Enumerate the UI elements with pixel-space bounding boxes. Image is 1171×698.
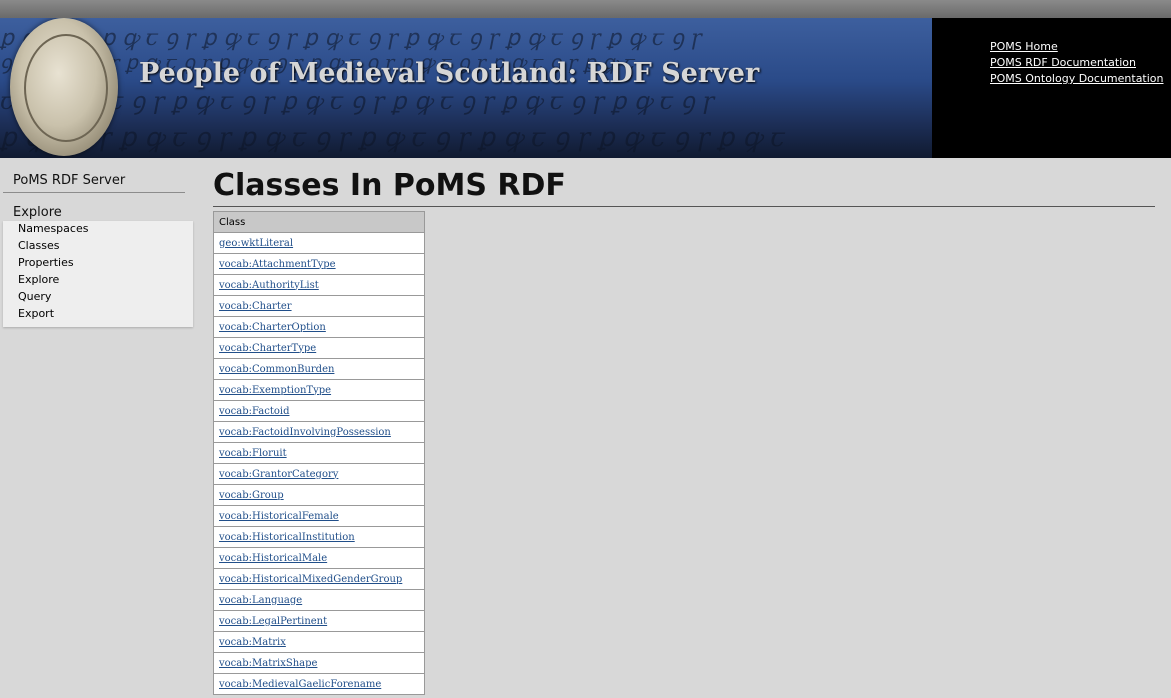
- main-content: Classes In PoMS RDF Class geo:wktLiteral…: [213, 166, 1155, 695]
- medieval-seal-image: [10, 18, 118, 156]
- class-cell: vocab:AttachmentType: [213, 253, 425, 275]
- table-row: vocab:GrantorCategory: [213, 463, 425, 485]
- sidebar-heading: PoMS RDF Server: [3, 170, 185, 193]
- table-row: vocab:HistoricalMale: [213, 547, 425, 569]
- table-row: vocab:ExemptionType: [213, 379, 425, 401]
- class-link[interactable]: vocab:Group: [219, 490, 284, 501]
- class-cell: vocab:HistoricalMale: [213, 547, 425, 569]
- site-title: People of Medieval Scotland: RDF Server: [139, 58, 760, 89]
- table-row: vocab:MatrixShape: [213, 652, 425, 674]
- class-cell: vocab:HistoricalMixedGenderGroup: [213, 568, 425, 590]
- top-links: POMS Home POMS RDF Documentation POMS On…: [990, 39, 1164, 87]
- class-link[interactable]: vocab:AuthorityList: [219, 280, 319, 291]
- class-link[interactable]: vocab:HistoricalFemale: [219, 511, 339, 522]
- column-header-class: Class: [213, 211, 425, 233]
- class-link[interactable]: vocab:HistoricalMixedGenderGroup: [219, 574, 402, 585]
- top-bar: [0, 0, 1171, 18]
- class-link[interactable]: vocab:ExemptionType: [219, 385, 331, 396]
- class-link[interactable]: vocab:Factoid: [219, 406, 289, 417]
- class-cell: vocab:CharterType: [213, 337, 425, 359]
- sidebar-item-explore[interactable]: Explore: [3, 272, 193, 289]
- sidebar-item-query[interactable]: Query: [3, 289, 193, 306]
- table-row: vocab:CharterType: [213, 337, 425, 359]
- class-cell: vocab:Charter: [213, 295, 425, 317]
- class-link[interactable]: geo:wktLiteral: [219, 238, 293, 249]
- table-row: vocab:FactoidInvolvingPossession: [213, 421, 425, 443]
- sidebar-section-title: Explore: [13, 205, 62, 220]
- class-cell: vocab:MedievalGaelicForename: [213, 673, 425, 695]
- class-cell: vocab:Factoid: [213, 400, 425, 422]
- class-cell: vocab:HistoricalFemale: [213, 505, 425, 527]
- class-link[interactable]: vocab:MatrixShape: [219, 658, 317, 669]
- class-link[interactable]: vocab:LegalPertinent: [219, 616, 327, 627]
- page-title: Classes In PoMS RDF: [213, 166, 1155, 207]
- table-row: vocab:AuthorityList: [213, 274, 425, 296]
- sidebar-item-properties[interactable]: Properties: [3, 255, 193, 272]
- sidebar-menu: Namespaces Classes Properties Explore Qu…: [3, 221, 193, 327]
- class-cell: vocab:Language: [213, 589, 425, 611]
- class-link[interactable]: vocab:FactoidInvolvingPossession: [219, 427, 391, 438]
- class-cell: vocab:LegalPertinent: [213, 610, 425, 632]
- table-row: vocab:Language: [213, 589, 425, 611]
- class-link[interactable]: vocab:GrantorCategory: [219, 469, 338, 480]
- table-row: vocab:Floruit: [213, 442, 425, 464]
- class-cell: vocab:MatrixShape: [213, 652, 425, 674]
- poms-rdf-documentation-link[interactable]: POMS RDF Documentation: [990, 55, 1164, 71]
- class-link[interactable]: vocab:AttachmentType: [219, 259, 336, 270]
- class-cell: vocab:CommonBurden: [213, 358, 425, 380]
- seal-border: [24, 34, 108, 142]
- class-cell: vocab:AuthorityList: [213, 274, 425, 296]
- class-cell: vocab:CharterOption: [213, 316, 425, 338]
- table-row: vocab:Charter: [213, 295, 425, 317]
- table-row: vocab:CharterOption: [213, 316, 425, 338]
- class-link[interactable]: vocab:MedievalGaelicForename: [219, 679, 381, 690]
- sidebar-item-classes[interactable]: Classes: [3, 238, 193, 255]
- table-row: vocab:CommonBurden: [213, 358, 425, 380]
- table-row: vocab:LegalPertinent: [213, 610, 425, 632]
- class-cell: vocab:Floruit: [213, 442, 425, 464]
- table-header-row: Class: [213, 211, 425, 233]
- table-row: vocab:Matrix: [213, 631, 425, 653]
- table-row: vocab:AttachmentType: [213, 253, 425, 275]
- class-cell: geo:wktLiteral: [213, 232, 425, 254]
- class-link[interactable]: vocab:Floruit: [219, 448, 287, 459]
- class-link[interactable]: vocab:Language: [219, 595, 302, 606]
- table-row: vocab:HistoricalMixedGenderGroup: [213, 568, 425, 590]
- class-link[interactable]: vocab:CharterOption: [219, 322, 326, 333]
- sidebar-item-namespaces[interactable]: Namespaces: [3, 221, 193, 238]
- poms-ontology-documentation-link[interactable]: POMS Ontology Documentation: [990, 71, 1164, 87]
- class-link[interactable]: vocab:CharterType: [219, 343, 316, 354]
- class-cell: vocab:FactoidInvolvingPossession: [213, 421, 425, 443]
- class-link[interactable]: vocab:Matrix: [219, 637, 286, 648]
- class-cell: vocab:Group: [213, 484, 425, 506]
- table-row: vocab:Factoid: [213, 400, 425, 422]
- class-link[interactable]: vocab:Charter: [219, 301, 292, 312]
- table-row: vocab:Group: [213, 484, 425, 506]
- table-row: geo:wktLiteral: [213, 232, 425, 254]
- manuscript-banner-image: ꝑ ꝙ ꞇ ꝯ ꞅ ꝑ ꝙ ꞇ ꝯ ꞅ ꝑ ꝙ ꞇ ꝯ ꞅ ꝑ ꝙ ꞇ ꝯ ꞅ …: [0, 18, 932, 158]
- sidebar-item-export[interactable]: Export: [3, 306, 193, 323]
- table-body: geo:wktLiteral vocab:AttachmentType vocab:…: [213, 232, 425, 695]
- class-link[interactable]: vocab:HistoricalMale: [219, 553, 327, 564]
- class-cell: vocab:HistoricalInstitution: [213, 526, 425, 548]
- class-cell: vocab:Matrix: [213, 631, 425, 653]
- table-row: vocab:MedievalGaelicForename: [213, 673, 425, 695]
- site-banner: ꝑ ꝙ ꞇ ꝯ ꞅ ꝑ ꝙ ꞇ ꝯ ꞅ ꝑ ꝙ ꞇ ꝯ ꞅ ꝑ ꝙ ꞇ ꝯ ꞅ …: [0, 18, 1171, 158]
- sidebar: PoMS RDF Server Explore Namespaces Class…: [3, 170, 193, 327]
- table-row: vocab:HistoricalInstitution: [213, 526, 425, 548]
- table-row: vocab:HistoricalFemale: [213, 505, 425, 527]
- class-link[interactable]: vocab:CommonBurden: [219, 364, 334, 375]
- poms-home-link[interactable]: POMS Home: [990, 39, 1164, 55]
- class-link[interactable]: vocab:HistoricalInstitution: [219, 532, 355, 543]
- class-cell: vocab:GrantorCategory: [213, 463, 425, 485]
- class-cell: vocab:ExemptionType: [213, 379, 425, 401]
- class-table: Class geo:wktLiteral vocab:AttachmentType…: [213, 211, 425, 695]
